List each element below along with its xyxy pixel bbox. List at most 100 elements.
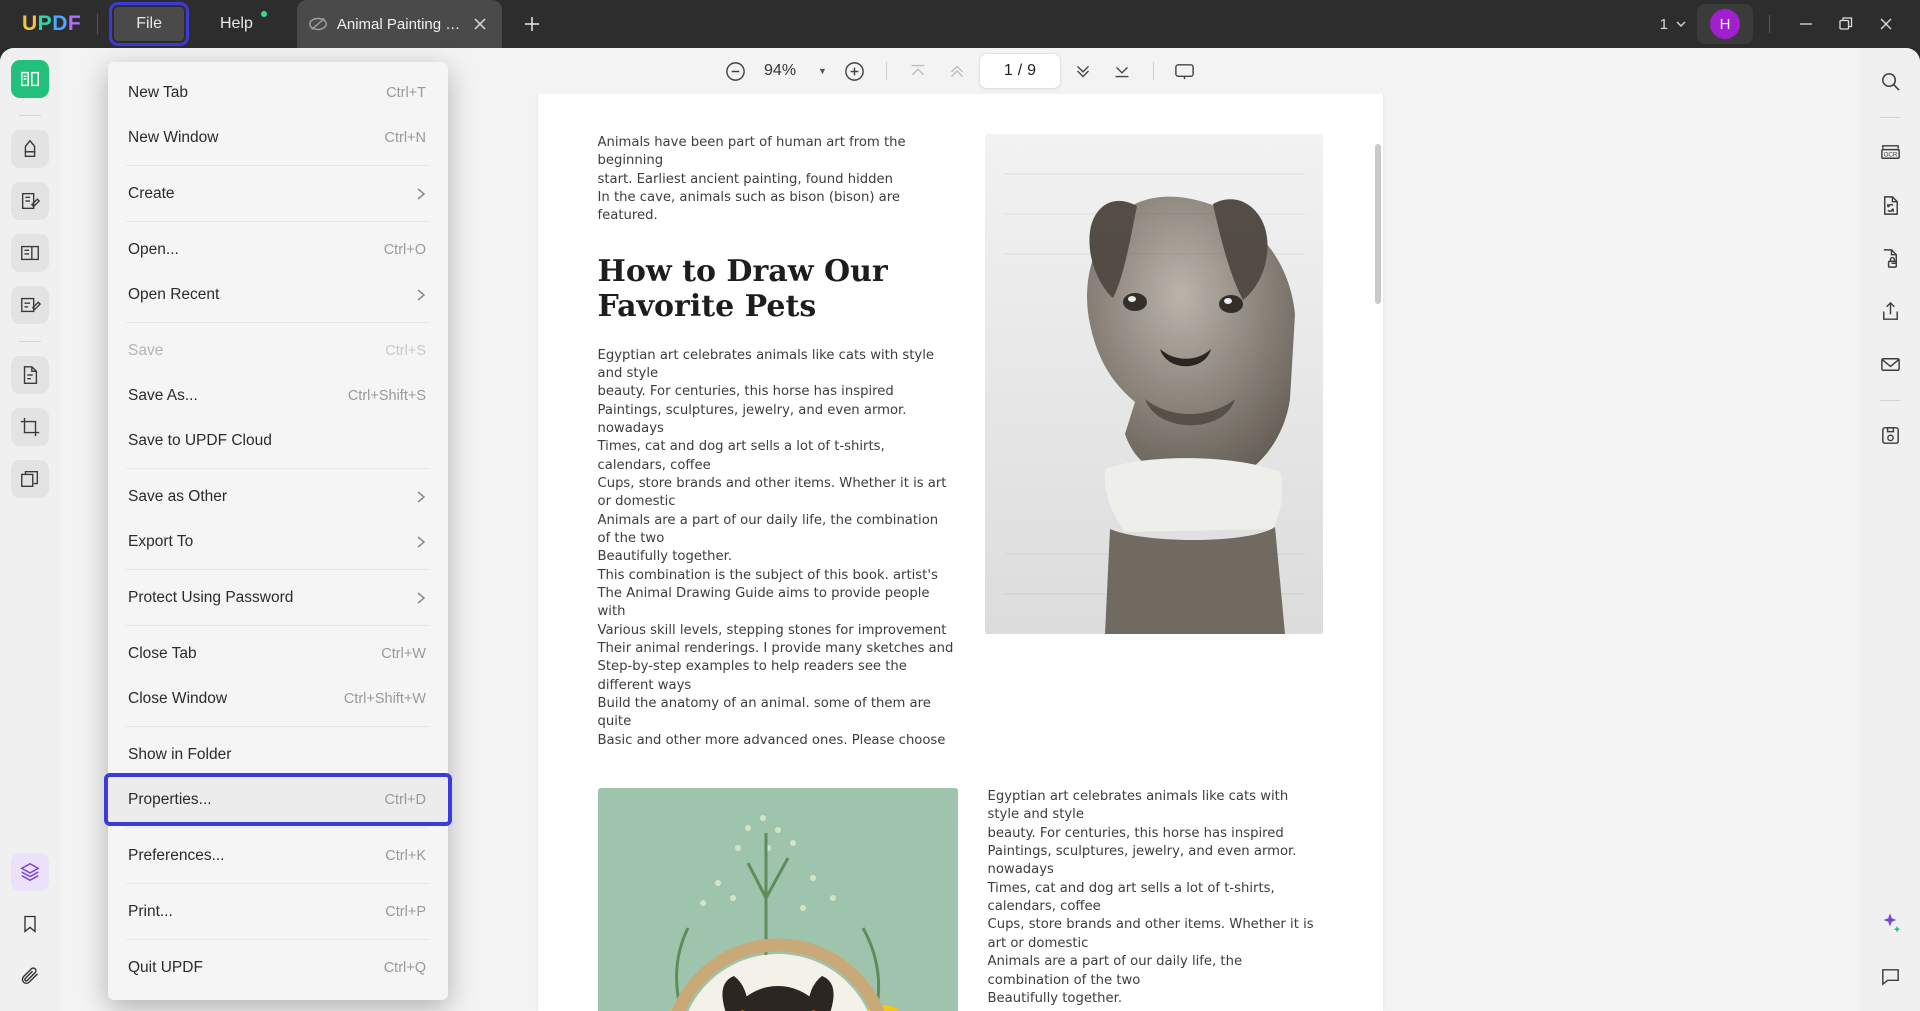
right-rail-bottom (1871, 904, 1909, 1011)
sidebar-item-layers[interactable] (11, 853, 49, 891)
body2-line-5: Animals are a part of our daily life, th… (987, 954, 1243, 988)
menu-separator (126, 625, 430, 626)
floppy-disk-icon[interactable] (1871, 416, 1909, 454)
body-line-6: Beautifully together. (597, 549, 733, 565)
menu-item-label: Print... (128, 902, 173, 920)
restore-icon[interactable] (1826, 4, 1866, 44)
comment-bubble-icon[interactable] (1871, 957, 1909, 995)
page-scrollbar[interactable] (1374, 144, 1381, 304)
sidebar-item-bookmarks[interactable] (11, 905, 49, 943)
rail-separator-2 (19, 341, 41, 342)
menu-separator (126, 827, 430, 828)
menu-item-print[interactable]: Print... Ctrl+P (108, 889, 448, 934)
document-tab[interactable]: Animal Painting Skills (296, 0, 502, 48)
sidebar-item-crop[interactable] (11, 408, 49, 446)
body-line-2: Paintings, sculptures, jewelry, and even… (597, 402, 907, 436)
sidebar-item-convert[interactable] (11, 356, 49, 394)
menu-separator (126, 726, 430, 727)
zoom-level-value[interactable]: 94% (757, 62, 803, 80)
caret-down-icon[interactable]: ▼ (818, 66, 827, 76)
body-paragraph-2: Egyptian art celebrates animals like cat… (988, 788, 1323, 1011)
sidebar-item-fill-sign[interactable] (11, 286, 49, 324)
menu-item-shortcut: Ctrl+Q (383, 959, 426, 976)
menu-item-save-as-other[interactable]: Save as Other (108, 474, 448, 519)
menu-item-properties[interactable]: Properties... Ctrl+D (104, 773, 452, 826)
sidebar-item-annotate[interactable] (11, 130, 49, 168)
menu-item-show-in-folder[interactable]: Show in Folder (108, 732, 448, 777)
menu-item-open-recent[interactable]: Open Recent (108, 272, 448, 317)
menu-item-new-tab[interactable]: New Tab Ctrl+T (108, 70, 448, 115)
sidebar-item-attachments[interactable] (11, 957, 49, 995)
sidebar-item-edit-pdf[interactable] (11, 182, 49, 220)
plus-circle-icon[interactable] (838, 54, 872, 88)
menu-separator (126, 468, 430, 469)
menu-item-label: Quit UPDF (128, 958, 203, 976)
menu-item-open[interactable]: Open... Ctrl+O (108, 227, 448, 272)
page-number-input[interactable]: 1 / 9 (978, 53, 1061, 89)
next-page-icon[interactable] (1066, 54, 1100, 88)
close-icon[interactable] (468, 12, 492, 36)
avatar: H (1710, 9, 1740, 39)
body2-line-1: beauty. For centuries, this horse has in… (987, 825, 1284, 841)
right-rail-separator (1880, 117, 1900, 118)
menu-item-close-tab[interactable]: Close Tab Ctrl+W (108, 631, 448, 676)
ocr-icon[interactable]: OCR (1871, 133, 1909, 171)
sidebar-item-compare[interactable] (11, 460, 49, 498)
document-lock-icon[interactable] (1871, 239, 1909, 277)
page-current: 1 (1003, 62, 1013, 79)
account-button[interactable]: H (1697, 4, 1753, 44)
last-page-icon[interactable] (1105, 54, 1139, 88)
first-page-icon[interactable] (901, 54, 935, 88)
chevron-down-icon (1675, 18, 1687, 30)
menu-help[interactable]: Help (198, 7, 275, 41)
menu-item-save-to-updf-cloud[interactable]: Save to UPDF Cloud (108, 418, 448, 463)
menu-item-export-to[interactable]: Export To (108, 519, 448, 564)
menu-file[interactable]: File (109, 2, 189, 46)
page-text-column-right: Egyptian art celebrates animals like cat… (988, 788, 1323, 1011)
sidebar-item-organize-pages[interactable] (11, 234, 49, 272)
chevron-right-icon (416, 187, 426, 201)
menu-item-create[interactable]: Create (108, 171, 448, 216)
menu-item-quit-updf[interactable]: Quit UPDF Ctrl+Q (108, 945, 448, 990)
document-refresh-icon[interactable] (1871, 186, 1909, 224)
body-line-1: beauty. For centuries, this horse has in… (597, 384, 894, 400)
intro-line-1: start. Earliest ancient painting, found … (597, 171, 893, 187)
window-count-selector[interactable]: 1 (1660, 16, 1687, 33)
update-dot-icon (260, 11, 267, 17)
menu-item-new-window[interactable]: New Window Ctrl+N (108, 115, 448, 160)
menu-item-label: Open Recent (128, 285, 220, 303)
menu-item-save-as[interactable]: Save As... Ctrl+Shift+S (108, 373, 448, 418)
presentation-mode-icon[interactable] (1168, 54, 1202, 88)
close-icon[interactable] (1866, 4, 1906, 44)
envelope-icon[interactable] (1871, 345, 1909, 383)
new-tab-button[interactable] (522, 14, 550, 34)
menu-item-preferences[interactable]: Preferences... Ctrl+K (108, 833, 448, 878)
toolbar-separator (885, 62, 887, 80)
body-line-8: The Animal Drawing Guide aims to provide… (597, 585, 930, 620)
menu-item-protect-using-password[interactable]: Protect Using Password (108, 575, 448, 620)
share-upload-icon[interactable] (1871, 292, 1909, 330)
minus-circle-icon[interactable] (718, 54, 752, 88)
sidebar-item-reader[interactable] (11, 60, 49, 98)
menu-item-shortcut: Ctrl+P (385, 903, 426, 920)
menu-item-label: Save as Other (128, 487, 228, 505)
menu-item-label: New Window (128, 128, 219, 146)
body2-line-4: Cups, store brands and other items. Whet… (987, 917, 1314, 951)
right-tool-rail: OCR (1860, 48, 1920, 1011)
intro-line-2: In the cave, animals such as bison (biso… (597, 190, 901, 224)
menu-item-close-window[interactable]: Close Window Ctrl+Shift+W (108, 676, 448, 721)
minimize-icon[interactable] (1786, 4, 1826, 44)
ai-sparkle-icon[interactable] (1871, 904, 1909, 942)
menu-item-shortcut: Ctrl+N (384, 129, 427, 146)
intro-line-0: Animals have been part of human art from… (597, 135, 906, 169)
search-icon[interactable] (1871, 62, 1909, 100)
menu-item-label: Close Window (128, 689, 228, 707)
body-line-4: Cups, store brands and other items. Whet… (597, 475, 947, 510)
chevron-right-icon (416, 591, 426, 605)
menu-item-shortcut: Ctrl+Shift+S (347, 387, 426, 404)
menu-item-shortcut: Ctrl+K (385, 847, 426, 864)
titlebar-divider (97, 14, 99, 34)
body-line-9: Various skill levels, stepping stones fo… (597, 622, 947, 638)
body-line-5: Animals are a part of our daily life, th… (597, 512, 939, 546)
previous-page-icon[interactable] (940, 54, 974, 88)
